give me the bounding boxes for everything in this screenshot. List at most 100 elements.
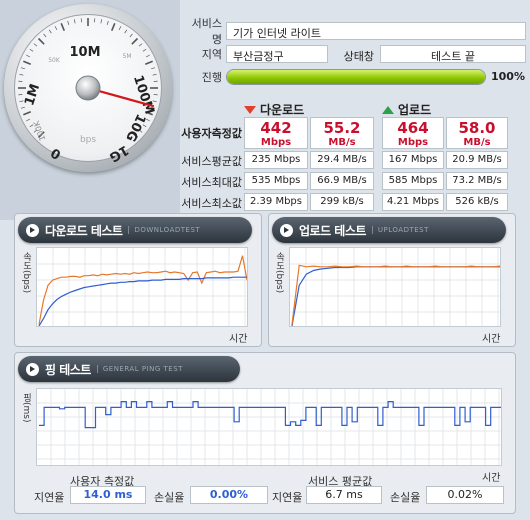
gauge-tick <box>43 33 47 38</box>
gauge-tick <box>106 20 109 25</box>
gauge-tick <box>144 60 153 66</box>
progress-row: 진행 <box>182 66 222 88</box>
gauge-tick <box>26 54 30 58</box>
gauge-tick <box>60 23 66 32</box>
gauge-tick <box>33 43 38 47</box>
gauge-tick <box>26 118 30 122</box>
user-loss-value: 0.00% <box>190 486 268 504</box>
download-speed-series-line <box>38 255 247 325</box>
stat-cell: 2.39 Mbps <box>244 193 308 211</box>
status-label: 상태창 <box>343 50 374 63</box>
ping-test-subtitle: GENERAL PING TEST <box>96 365 183 373</box>
region-label: 지역 <box>201 48 222 61</box>
stat-cell: 235 Mbps <box>244 151 308 169</box>
gauge-label-10m: 10M <box>69 45 100 60</box>
upload-x-label: 시간 <box>482 334 501 345</box>
stat-cell: 585 Mbps <box>382 172 444 190</box>
gauge-label-10g: 10G <box>122 111 148 143</box>
service-value: 기가 인터넷 라이트 <box>226 22 526 40</box>
stat-cell: 29.4 MB/s <box>310 151 374 169</box>
gauge-tick <box>29 48 34 52</box>
ping-y-label: 핑(ms) <box>21 393 31 423</box>
stat-cell: 167 Mbps <box>382 151 444 169</box>
gauge-tick <box>129 33 133 38</box>
arrow-right-icon <box>26 362 39 376</box>
stat-row-label: 서비스최소값 <box>181 197 242 210</box>
download-chart <box>36 247 248 327</box>
gauge-label-100k: 100K <box>32 119 48 142</box>
gauge-hub <box>75 75 101 101</box>
gauge-tick <box>146 54 150 58</box>
gauge-label-100m: 100M <box>130 74 157 117</box>
gauge-label-1g: 1G <box>106 142 131 162</box>
stat-cell: 526 kB/s <box>446 193 508 211</box>
upload-y-label: 속도(bps) <box>274 252 284 294</box>
ping-x-label: 시간 <box>482 473 501 484</box>
gauge-tick <box>118 26 122 30</box>
gauge-tick <box>37 37 45 45</box>
ping-chart <box>36 388 502 466</box>
gauge-tick <box>23 110 32 116</box>
download-header: 다운로드 <box>244 101 304 118</box>
arrow-right-icon <box>280 223 293 237</box>
speed-gauge: 10M 1M 100M 100K 1G 0 10G 50K 5M bps <box>0 0 180 220</box>
ping-series-line <box>39 401 501 429</box>
gauge-tick <box>67 20 70 25</box>
upload-measured-mbs: 58.0 MB/s <box>446 117 508 149</box>
gauge-label-5m: 5M <box>123 53 132 60</box>
download-arrow-icon <box>244 105 256 114</box>
gauge-tick <box>152 74 157 76</box>
stat-cell: 535 Mbps <box>244 172 308 190</box>
gauge-tick <box>74 19 76 24</box>
progress-label: 진행 <box>201 71 222 84</box>
gauge-label-50k: 50K <box>48 57 61 64</box>
download-measured-mbps: 442 Mbps <box>244 117 308 149</box>
upload-header: 업로드 <box>382 101 431 118</box>
upload-speed-series-line <box>291 264 500 325</box>
gauge-tick <box>142 48 147 52</box>
upload-arrow-icon <box>382 105 394 114</box>
download-x-label: 시간 <box>229 334 248 345</box>
upload-chart <box>289 247 501 327</box>
stat-row-label: 서비스최대값 <box>181 176 242 189</box>
download-measured-mbs: 55.2 MB/s <box>310 117 374 149</box>
progress-bar <box>226 69 486 85</box>
service-latency-value: 6.7 ms <box>306 486 382 504</box>
download-y-label: 속도(bps) <box>21 252 31 294</box>
gauge-tick <box>20 106 25 109</box>
gauge-tick <box>20 67 25 70</box>
gauge-tick <box>19 74 24 76</box>
stat-cell: 299 kB/s <box>310 193 374 211</box>
download-test-subtitle: DOWNLOADTEST <box>128 226 200 234</box>
ping-test-header: 핑 테스트 GENERAL PING TEST <box>18 356 240 382</box>
service-row: 서비스명 <box>182 17 222 46</box>
gauge-tick <box>100 19 102 24</box>
gauge-tick <box>48 29 52 34</box>
download-average-series-line <box>38 276 247 326</box>
service-latency-label: 지연율 <box>272 491 303 504</box>
gauge-tick <box>110 23 116 32</box>
download-test-header: 다운로드 테스트 DOWNLOADTEST <box>18 217 252 243</box>
progress-fill <box>227 70 485 84</box>
download-test-title: 다운로드 테스트 <box>45 223 123 238</box>
measured-label: 사용자측정값 <box>181 127 242 140</box>
arrow-right-icon <box>26 223 39 237</box>
service-loss-label: 손실율 <box>390 491 421 504</box>
gauge-dial: 10M 1M 100M 100K 1G 0 10G 50K 5M bps <box>18 18 158 162</box>
stat-cell: 4.21 Mbps <box>382 193 444 211</box>
user-latency-value: 14.0 ms <box>70 486 146 504</box>
gauge-label-1m: 1M <box>22 82 43 108</box>
upload-test-header: 업로드 테스트 UPLOADTEST <box>272 217 506 243</box>
gauge-unit: bps <box>80 135 96 145</box>
upload-measured-mbps: 464 Mbps <box>382 117 444 149</box>
gauge-tick <box>131 37 139 45</box>
stat-cell: 73.2 MB/s <box>446 172 508 190</box>
gauge-label-0: 0 <box>49 144 64 162</box>
stat-cell: 66.9 MB/s <box>310 172 374 190</box>
stat-cell: 20.9 MB/s <box>446 151 508 169</box>
region-value: 부산금정구 <box>226 45 328 63</box>
upload-test-title: 업로드 테스트 <box>299 223 366 238</box>
ping-test-title: 핑 테스트 <box>45 362 91 377</box>
gauge-tick <box>151 67 156 70</box>
user-loss-label: 손실율 <box>154 491 185 504</box>
